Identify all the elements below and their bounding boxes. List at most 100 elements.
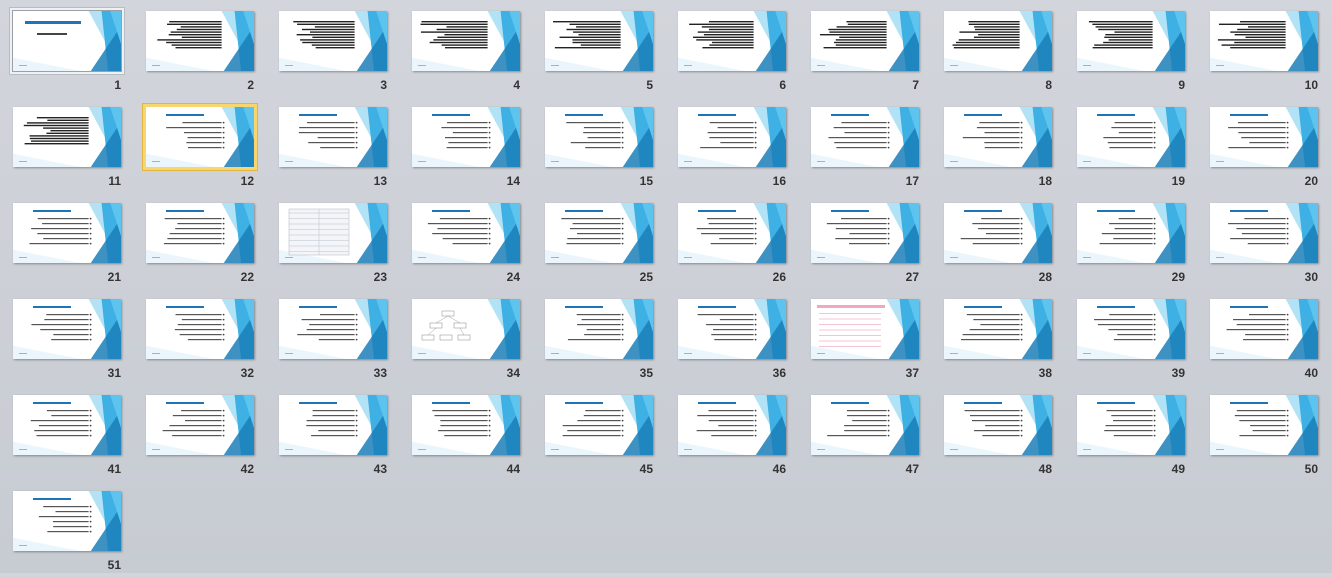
slide-preview[interactable]: [545, 395, 653, 455]
slide-preview[interactable]: [1077, 395, 1185, 455]
slide-thumbnail-25[interactable]: 25: [545, 203, 665, 289]
slide-preview[interactable]: [811, 203, 919, 263]
slide-thumbnail-26[interactable]: 26: [678, 203, 798, 289]
slide-preview[interactable]: [146, 11, 254, 71]
slide-preview[interactable]: [1210, 107, 1318, 167]
slide-thumbnail-38[interactable]: 38: [944, 299, 1064, 385]
slide-preview[interactable]: [944, 107, 1052, 167]
slide-thumbnail-46[interactable]: 46: [678, 395, 798, 481]
slide-preview[interactable]: [944, 203, 1052, 263]
slide-preview[interactable]: [1210, 395, 1318, 455]
slide-thumbnail-36[interactable]: 36: [678, 299, 798, 385]
slide-thumbnail-18[interactable]: 18: [944, 107, 1064, 193]
slide-preview[interactable]: [811, 11, 919, 71]
slide-preview[interactable]: [545, 107, 653, 167]
slide-thumbnail-29[interactable]: 29: [1077, 203, 1197, 289]
slide-thumbnail-30[interactable]: 30: [1210, 203, 1330, 289]
slide-thumbnail-8[interactable]: 8: [944, 11, 1064, 97]
slide-preview[interactable]: [146, 203, 254, 263]
slide-preview[interactable]: [146, 395, 254, 455]
slide-preview[interactable]: [1210, 11, 1318, 71]
slide-preview[interactable]: [279, 107, 387, 167]
slide-thumbnail-51[interactable]: 51: [13, 491, 133, 577]
slide-preview[interactable]: [279, 11, 387, 71]
slide-thumbnail-40[interactable]: 40: [1210, 299, 1330, 385]
slide-preview[interactable]: [12, 10, 122, 72]
slide-preview[interactable]: [13, 299, 121, 359]
slide-thumbnail-12[interactable]: 12: [146, 107, 266, 193]
slide-preview[interactable]: [1210, 299, 1318, 359]
slide-preview[interactable]: [279, 203, 387, 263]
slide-thumbnail-49[interactable]: 49: [1077, 395, 1197, 481]
slide-preview[interactable]: [545, 11, 653, 71]
slide-preview[interactable]: [1210, 203, 1318, 263]
slide-preview[interactable]: [1077, 107, 1185, 167]
slide-thumbnail-17[interactable]: 17: [811, 107, 931, 193]
slide-thumbnail-10[interactable]: 10: [1210, 11, 1330, 97]
slide-preview[interactable]: [412, 395, 520, 455]
slide-thumbnail-6[interactable]: 6: [678, 11, 798, 97]
slide-preview[interactable]: [944, 395, 1052, 455]
slide-thumbnail-37[interactable]: 37: [811, 299, 931, 385]
slide-thumbnail-16[interactable]: 16: [678, 107, 798, 193]
slide-preview[interactable]: [944, 299, 1052, 359]
slide-preview[interactable]: [13, 395, 121, 455]
slide-thumbnail-35[interactable]: 35: [545, 299, 665, 385]
slide-thumbnail-20[interactable]: 20: [1210, 107, 1330, 193]
slide-preview[interactable]: [412, 107, 520, 167]
slide-thumbnail-28[interactable]: 28: [944, 203, 1064, 289]
slide-preview[interactable]: [811, 395, 919, 455]
slide-thumbnail-3[interactable]: 3: [279, 11, 399, 97]
slide-thumbnail-33[interactable]: 33: [279, 299, 399, 385]
slide-preview[interactable]: [678, 395, 786, 455]
slide-thumbnail-48[interactable]: 48: [944, 395, 1064, 481]
slide-thumbnail-39[interactable]: 39: [1077, 299, 1197, 385]
slide-thumbnail-23[interactable]: 23: [279, 203, 399, 289]
slide-preview[interactable]: [13, 203, 121, 263]
slide-preview[interactable]: [1077, 299, 1185, 359]
slide-thumbnail-7[interactable]: 7: [811, 11, 931, 97]
slide-preview[interactable]: [1077, 11, 1185, 71]
slide-thumbnail-15[interactable]: 15: [545, 107, 665, 193]
slide-preview[interactable]: [678, 11, 786, 71]
slide-thumbnail-9[interactable]: 9: [1077, 11, 1197, 97]
slide-preview[interactable]: [412, 299, 520, 359]
slide-preview[interactable]: [1077, 203, 1185, 263]
slide-thumbnail-47[interactable]: 47: [811, 395, 931, 481]
slide-preview[interactable]: [279, 299, 387, 359]
slide-thumbnail-31[interactable]: 31: [13, 299, 133, 385]
slide-preview[interactable]: [146, 299, 254, 359]
slide-preview[interactable]: [13, 491, 121, 551]
slide-preview[interactable]: [678, 107, 786, 167]
slide-thumbnail-32[interactable]: 32: [146, 299, 266, 385]
slide-preview[interactable]: [811, 299, 919, 359]
slide-preview[interactable]: [146, 107, 254, 167]
slide-thumbnail-44[interactable]: 44: [412, 395, 532, 481]
slide-thumbnail-2[interactable]: 2: [146, 11, 266, 97]
slide-thumbnail-43[interactable]: 43: [279, 395, 399, 481]
slide-preview[interactable]: [678, 203, 786, 263]
slide-preview[interactable]: [678, 299, 786, 359]
slide-thumbnail-13[interactable]: 13: [279, 107, 399, 193]
slide-preview[interactable]: [412, 11, 520, 71]
slide-thumbnail-24[interactable]: 24: [412, 203, 532, 289]
slide-thumbnail-4[interactable]: 4: [412, 11, 532, 97]
slide-preview[interactable]: [545, 203, 653, 263]
slide-thumbnail-1[interactable]: 1: [12, 10, 133, 97]
slide-thumbnail-34[interactable]: 34: [412, 299, 532, 385]
slide-thumbnail-22[interactable]: 22: [146, 203, 266, 289]
slide-thumbnail-14[interactable]: 14: [412, 107, 532, 193]
slide-thumbnail-42[interactable]: 42: [146, 395, 266, 481]
slide-thumbnail-45[interactable]: 45: [545, 395, 665, 481]
slide-thumbnail-21[interactable]: 21: [13, 203, 133, 289]
slide-thumbnail-41[interactable]: 41: [13, 395, 133, 481]
slide-preview[interactable]: [944, 11, 1052, 71]
slide-preview[interactable]: [13, 107, 121, 167]
slide-preview[interactable]: [545, 299, 653, 359]
slide-thumbnail-50[interactable]: 50: [1210, 395, 1330, 481]
slide-thumbnail-19[interactable]: 19: [1077, 107, 1197, 193]
slide-preview[interactable]: [412, 203, 520, 263]
slide-thumbnail-11[interactable]: 11: [13, 107, 133, 193]
slide-preview[interactable]: [811, 107, 919, 167]
slide-thumbnail-5[interactable]: 5: [545, 11, 665, 97]
